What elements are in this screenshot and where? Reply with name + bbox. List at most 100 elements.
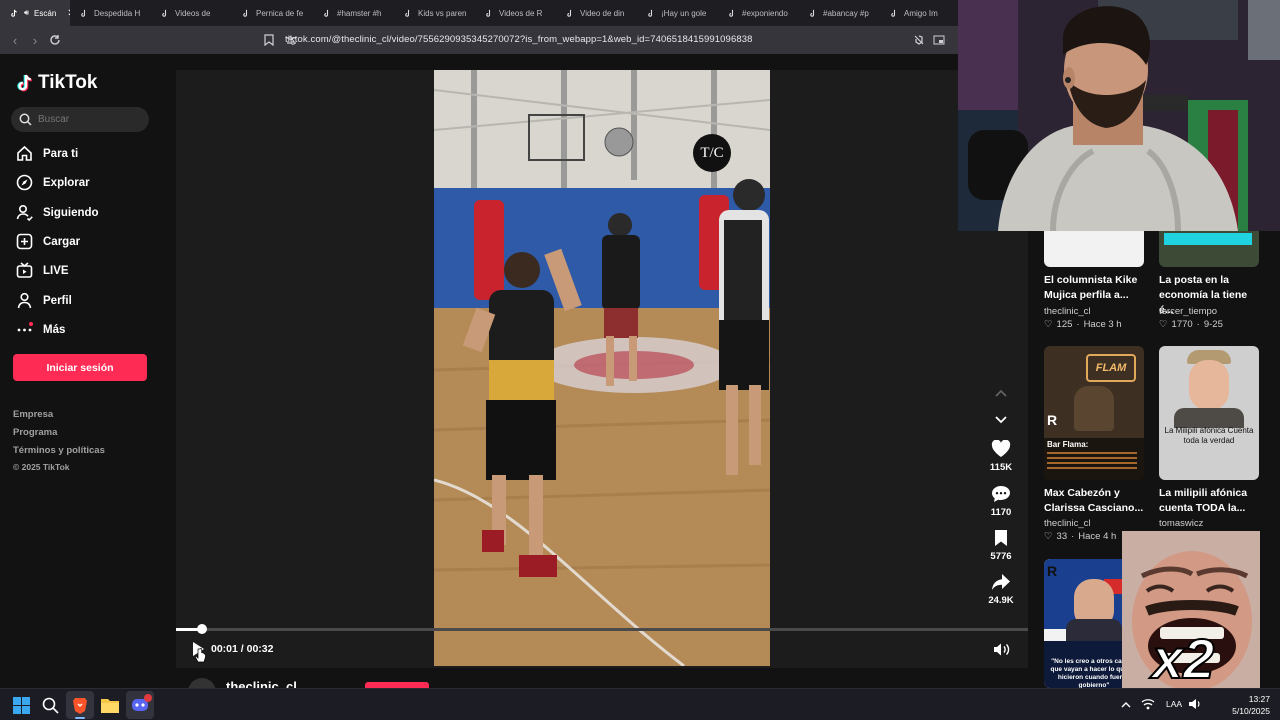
chevron-up-icon[interactable] bbox=[992, 386, 1010, 402]
heart-outline-icon: ♡ bbox=[1044, 531, 1053, 542]
browser-tab[interactable]: ¡Hay un gole bbox=[637, 0, 718, 26]
tiktok-icon bbox=[891, 9, 896, 17]
windows-start-icon[interactable] bbox=[13, 697, 30, 714]
volume-icon[interactable] bbox=[993, 642, 1010, 657]
footer-link-programa[interactable]: Programa bbox=[13, 427, 57, 438]
search-input[interactable] bbox=[38, 114, 138, 125]
footer-link-empresa[interactable]: Empresa bbox=[13, 409, 53, 420]
chevron-down-icon[interactable] bbox=[992, 412, 1010, 428]
browser-tab[interactable]: Video de din bbox=[556, 0, 637, 26]
progress-handle[interactable] bbox=[196, 624, 207, 634]
back-icon[interactable]: ‹ bbox=[6, 31, 24, 49]
bookmark-icon[interactable] bbox=[260, 31, 278, 49]
pip-icon[interactable] bbox=[930, 31, 948, 49]
browser-tab[interactable]: #exponiendo bbox=[718, 0, 799, 26]
related-age: 9-25 bbox=[1203, 319, 1223, 330]
browser-tab[interactable]: #abancay #p bbox=[799, 0, 880, 26]
sidebar-item-live[interactable]: LIVE bbox=[16, 262, 69, 279]
related-author[interactable]: theclinic_cl bbox=[1044, 306, 1090, 317]
browser-tab[interactable]: Kids vs paren bbox=[394, 0, 475, 26]
multiplier-text: x2 bbox=[1151, 627, 1215, 688]
compass-icon bbox=[16, 174, 33, 191]
sidebar-item-siguiendo[interactable]: Siguiendo bbox=[16, 204, 99, 221]
author-avatar[interactable] bbox=[188, 678, 216, 688]
related-title[interactable]: La milipili afónica cuenta TODA la... bbox=[1159, 486, 1259, 516]
login-button[interactable]: Iniciar sesión bbox=[13, 354, 147, 381]
sidebar-item-cargar[interactable]: Cargar bbox=[16, 233, 80, 250]
taskbar-app-brave[interactable] bbox=[66, 691, 94, 719]
mouse-cursor-icon bbox=[194, 648, 207, 664]
browser-tab[interactable]: Videos de R bbox=[475, 0, 556, 26]
author-username[interactable]: theclinic_cl bbox=[226, 680, 297, 688]
taskbar-app-discord[interactable] bbox=[126, 691, 154, 719]
tiktok-icon bbox=[567, 9, 572, 17]
speaker-icon: 🔊︎ bbox=[24, 8, 30, 17]
browser-tab[interactable]: Pernica de fe bbox=[232, 0, 313, 26]
webcam-overlay bbox=[958, 0, 1280, 231]
sidebar-item-label: LIVE bbox=[43, 264, 69, 277]
reload-icon[interactable] bbox=[46, 31, 64, 49]
browser-tab[interactable]: 🔊︎ Escán ✕ bbox=[0, 0, 70, 26]
sidebar-item-explorar[interactable]: Explorar bbox=[16, 174, 90, 191]
save-action[interactable]: 5776 bbox=[986, 529, 1016, 562]
progress-bar[interactable] bbox=[176, 628, 1028, 631]
related-thumb[interactable] bbox=[1044, 231, 1144, 267]
sidebar-item-label: Cargar bbox=[43, 235, 81, 248]
related-thumb[interactable] bbox=[1159, 231, 1259, 267]
meme-overlay: x2 bbox=[1122, 531, 1260, 688]
browser-tab[interactable]: Despedida H bbox=[70, 0, 151, 26]
tiktok-logo[interactable]: TikTok bbox=[16, 72, 97, 94]
network-icon[interactable] bbox=[1141, 697, 1155, 711]
channel-logo-r: R bbox=[1047, 412, 1058, 428]
url-text[interactable]: tiktok.com/@theclinic_cl/video/755629093… bbox=[285, 34, 752, 45]
sidebar-item-perfil[interactable]: Perfil bbox=[16, 292, 72, 309]
related-author[interactable]: tomaswicz bbox=[1159, 518, 1203, 529]
speaker-icon[interactable] bbox=[1188, 697, 1202, 711]
forward-icon[interactable]: › bbox=[26, 31, 44, 49]
channel-badge: T/C bbox=[693, 134, 731, 172]
thumb-caption: Bar Flama: bbox=[1047, 440, 1089, 449]
related-age: Hace 4 h bbox=[1078, 531, 1117, 542]
sidebar-item-label: Perfil bbox=[43, 294, 72, 307]
share-action[interactable]: 24.9K bbox=[986, 573, 1016, 606]
like-action[interactable]: 115K bbox=[986, 440, 1016, 473]
tiktok-icon bbox=[729, 9, 734, 17]
thumb-caption: La Milipili afónica Cuenta toda la verda… bbox=[1164, 426, 1254, 445]
duration: 00:32 bbox=[246, 643, 274, 655]
tab-label: Kids vs paren bbox=[418, 8, 467, 18]
sidebar-item-mas[interactable]: Más bbox=[16, 321, 65, 338]
system-clock[interactable]: 13:27 5/10/2025 bbox=[1222, 693, 1270, 717]
profile-icon bbox=[16, 292, 33, 309]
browser-tab[interactable]: #hamster #h bbox=[313, 0, 394, 26]
file-explorer-icon[interactable] bbox=[100, 696, 120, 714]
browser-tab[interactable]: Amigo Im bbox=[880, 0, 958, 26]
related-thumb[interactable]: La Milipili afónica Cuenta toda la verda… bbox=[1159, 346, 1259, 480]
sidebar-item-para-ti[interactable]: Para ti bbox=[16, 145, 78, 162]
sidebar-item-label: Siguiendo bbox=[43, 206, 99, 219]
search-icon[interactable] bbox=[42, 697, 59, 714]
related-title[interactable]: El columnista Kike Mujica perfila a... bbox=[1044, 273, 1144, 303]
related-meta: ♡ 125 · Hace 3 h bbox=[1044, 319, 1122, 330]
taskbar: LAA 13:27 5/10/2025 bbox=[0, 688, 1280, 720]
related-author[interactable]: theclinic_cl bbox=[1044, 518, 1090, 529]
browser-tab[interactable]: Videos de bbox=[151, 0, 232, 26]
comment-action[interactable]: 1170 bbox=[986, 485, 1016, 518]
related-title[interactable]: Max Cabezón y Clarissa Casciano... bbox=[1044, 486, 1144, 516]
bookmark-icon bbox=[995, 530, 1007, 546]
tiktok-icon bbox=[162, 9, 167, 17]
shield-off-icon[interactable] bbox=[910, 31, 928, 49]
comment-icon bbox=[992, 486, 1010, 502]
search-bar[interactable] bbox=[11, 107, 149, 132]
language-indicator[interactable]: LAA bbox=[1166, 699, 1182, 709]
related-author[interactable]: tercer_tiempo bbox=[1159, 306, 1217, 317]
save-count: 5776 bbox=[990, 551, 1012, 562]
chevron-up-icon[interactable] bbox=[1120, 698, 1132, 710]
related-thumb[interactable]: FLAM R Bar Flama: bbox=[1044, 346, 1144, 480]
tab-label: #hamster #h bbox=[337, 8, 382, 18]
clock-time: 13:27 bbox=[1248, 694, 1270, 704]
footer-link-terminos[interactable]: Términos y políticas bbox=[13, 445, 105, 456]
more-icon bbox=[16, 321, 33, 338]
home-icon bbox=[16, 145, 33, 162]
sidebar-item-label: Explorar bbox=[43, 176, 90, 189]
browser-tab-bar: 🔊︎ Escán ✕ Despedida H Videos de Pernica… bbox=[0, 0, 958, 26]
